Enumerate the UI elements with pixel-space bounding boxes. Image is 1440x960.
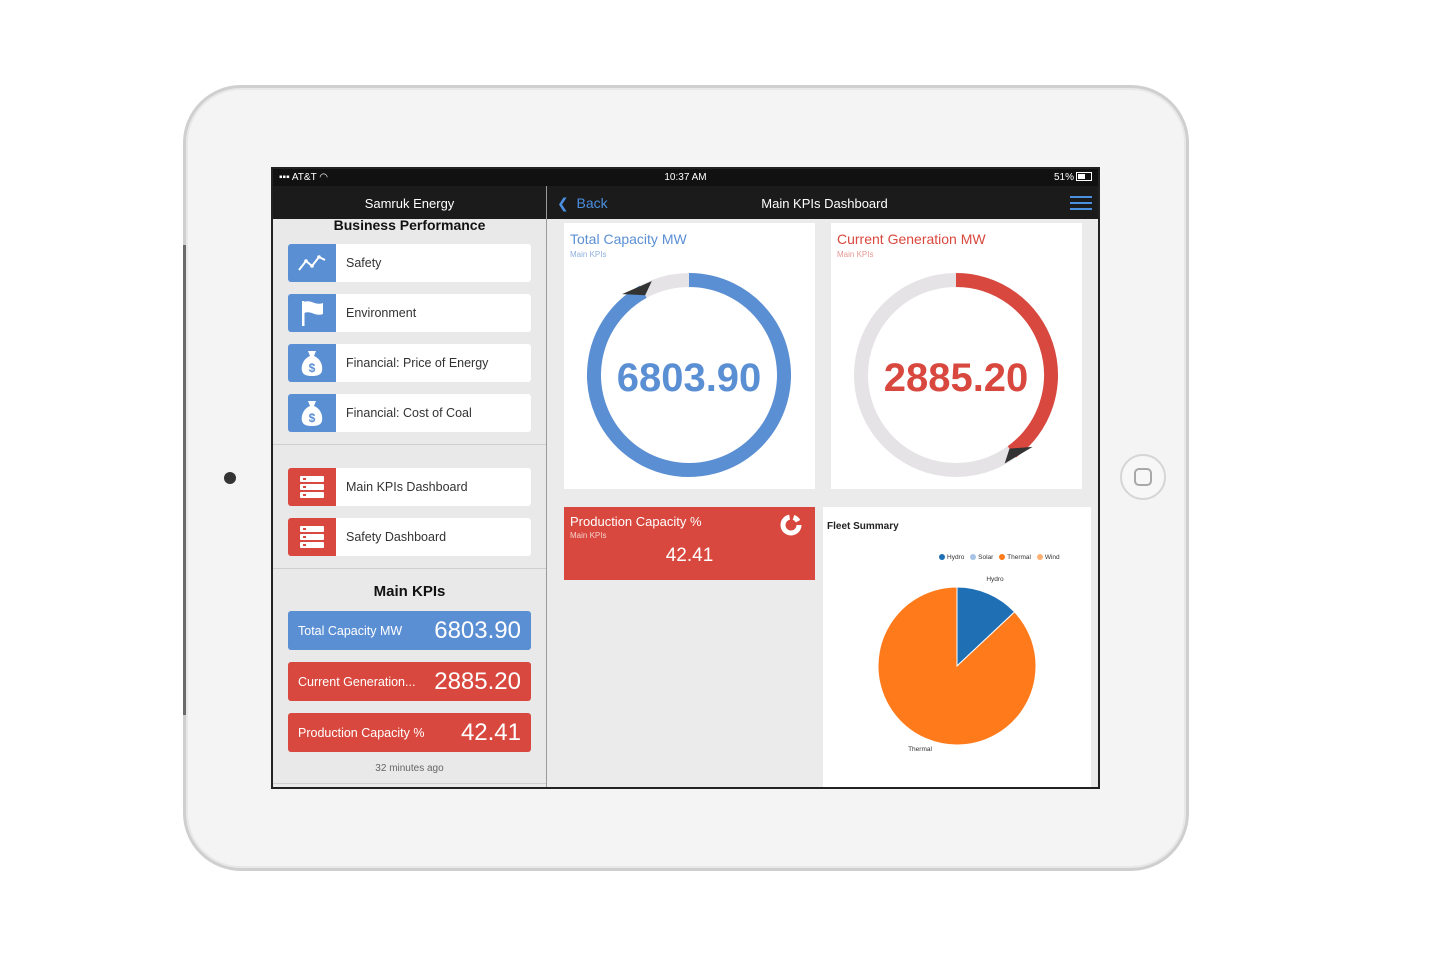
gauge-card-total-capacity[interactable]: Total Capacity MW Main KPIs 6803.90 (564, 223, 815, 489)
main-header: ❮ Back Main KPIs Dashboard (547, 186, 1098, 219)
status-bar: ▪▪▪ AT&T ◠ 10:37 AM 51% (273, 169, 1098, 186)
nav-item-label: Main KPIs Dashboard (346, 480, 468, 494)
nav-item-cost-of-coal[interactable]: $ Financial: Cost of Coal (288, 394, 531, 432)
donut-icon (780, 514, 802, 536)
app-screen: ▪▪▪ AT&T ◠ 10:37 AM 51% Samruk Energy Bu… (271, 167, 1100, 789)
pie-chart: Hydro Thermal (877, 576, 1037, 753)
kpi-value: 42.41 (460, 719, 521, 746)
kpi-label: Current Generation... (298, 675, 416, 689)
page-title: Main KPIs Dashboard (761, 196, 888, 211)
divider (273, 783, 546, 784)
gauge-chart: 2885.20 (854, 273, 1058, 477)
kpi-current-generation[interactable]: Current Generation... 2885.20 (288, 662, 531, 701)
gauge-value: 6803.90 (617, 356, 762, 400)
pie-label-thermal: Thermal (908, 746, 932, 753)
kpi-section-title: Main KPIs (373, 583, 446, 600)
card-title: Production Capacity % (570, 514, 702, 529)
money-bag-icon: $ (288, 394, 336, 432)
nav-item-environment[interactable]: Environment (288, 294, 531, 332)
production-value: 42.41 (665, 545, 714, 566)
svg-text:$: $ (309, 411, 316, 425)
clock: 10:37 AM (664, 172, 707, 183)
gauge-card-current-generation[interactable]: Current Generation MW Main KPIs 2885.20 (831, 223, 1082, 489)
nav-item-label: Safety (346, 256, 382, 270)
nav-item-main-kpis-dashboard[interactable]: Main KPIs Dashboard (288, 468, 531, 506)
home-icon (1134, 468, 1152, 486)
svg-text:$: $ (309, 361, 316, 375)
nav-item-safety-dashboard[interactable]: Safety Dashboard (288, 518, 531, 556)
nav-item-safety[interactable]: Safety (288, 244, 531, 282)
pie-label-hydro: Hydro (986, 576, 1004, 583)
battery-percent: 51% (1053, 172, 1074, 183)
camera (224, 472, 236, 484)
nav-item-price-of-energy[interactable]: $ Financial: Price of Energy (288, 344, 531, 382)
hamburger-menu-icon[interactable] (1070, 196, 1092, 214)
trend-line-icon (288, 244, 336, 282)
kpi-total-capacity[interactable]: Total Capacity MW 6803.90 (288, 611, 531, 650)
kpi-label: Total Capacity MW (298, 624, 403, 638)
gauge-chart: 6803.90 (587, 273, 791, 477)
kpi-production-capacity[interactable]: Production Capacity % 42.41 (288, 713, 531, 752)
divider (273, 444, 546, 445)
kpi-value: 2885.20 (434, 668, 521, 695)
list-icon (288, 518, 336, 556)
battery-status: 51% (1054, 172, 1092, 183)
battery-icon (1076, 172, 1092, 181)
last-updated: 32 minutes ago (375, 763, 444, 774)
list-icon (288, 468, 336, 506)
left-panel: Samruk Energy Business Performance Safet… (273, 186, 547, 787)
card-subtitle: Main KPIs (570, 531, 607, 540)
kpi-label: Production Capacity % (298, 726, 425, 740)
kpi-value: 6803.90 (434, 617, 521, 644)
tablet-edge (183, 245, 186, 715)
divider (273, 568, 546, 569)
nav-item-label: Environment (346, 306, 417, 320)
nav-item-label: Financial: Cost of Coal (346, 406, 472, 420)
production-capacity-card[interactable]: Production Capacity % Main KPIs 42.41 (564, 507, 815, 580)
money-bag-icon: $ (288, 344, 336, 382)
app-title: Samruk Energy (273, 186, 546, 219)
fleet-summary-card[interactable]: Fleet Summary Hydro Solar Thermal Wind H… (823, 507, 1091, 787)
flag-icon (288, 294, 336, 332)
nav-item-label: Safety Dashboard (346, 530, 447, 544)
home-button[interactable] (1120, 454, 1166, 500)
nav-item-label: Financial: Price of Energy (346, 356, 489, 370)
chart-title: Fleet Summary (827, 521, 899, 532)
gauge-value: 2885.20 (884, 356, 1029, 400)
section-title: Business Performance (333, 217, 486, 233)
